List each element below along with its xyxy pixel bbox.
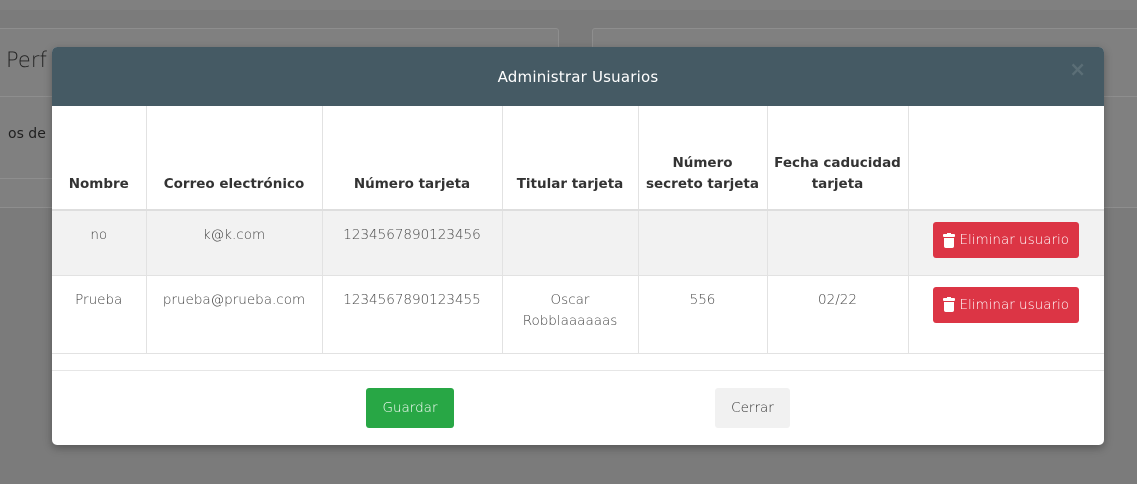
column-header-caducidad: Fecha caducidad tarjeta (767, 106, 909, 211)
column-header-secreto: Número secreto tarjeta (638, 106, 768, 211)
manage-users-modal: Administrar Usuarios × Nombre Correo ele… (52, 47, 1104, 445)
cell-secreto: 556 (638, 275, 768, 354)
column-header-correo: Correo electrónico (146, 106, 323, 211)
table-row: Prueba prueba@prueba.com 123456789012345… (52, 275, 1104, 354)
close-icon[interactable]: × (1069, 57, 1086, 81)
trash-icon (943, 232, 956, 248)
cell-numero-tarjeta: 1234567890123455 (322, 275, 503, 354)
cell-nombre: no (52, 210, 147, 276)
cell-correo: k@k.com (146, 210, 323, 276)
column-header-titular: Titular tarjeta (502, 106, 639, 211)
column-header-actions (908, 106, 1104, 211)
cell-secreto (638, 210, 768, 276)
table-header-row: Nombre Correo electrónico Número tarjeta… (52, 106, 1104, 211)
delete-user-label: Eliminar usuario (959, 296, 1070, 313)
cell-caducidad: 02/22 (767, 275, 909, 354)
modal-footer: Guardar Cerrar (52, 371, 1104, 445)
modal-header: Administrar Usuarios × (52, 47, 1104, 106)
cell-actions: Eliminar usuario (908, 275, 1104, 354)
cell-titular (502, 210, 639, 276)
cell-caducidad (767, 210, 909, 276)
close-button[interactable]: Cerrar (715, 388, 790, 428)
delete-user-button[interactable]: Eliminar usuario (933, 286, 1080, 323)
background-card-text: os de (8, 126, 46, 142)
delete-user-label: Eliminar usuario (959, 232, 1070, 248)
users-table: Nombre Correo electrónico Número tarjeta… (52, 106, 1104, 354)
cell-actions: Eliminar usuario (908, 210, 1104, 276)
table-row: no k@k.com 1234567890123456 Eliminar usu… (52, 210, 1104, 276)
cell-titular: Oscar Robblaaaaaas (502, 275, 639, 354)
cell-numero-tarjeta: 1234567890123456 (322, 210, 503, 276)
cell-correo: prueba@prueba.com (146, 275, 323, 354)
cell-nombre: Prueba (52, 275, 147, 354)
column-header-nombre: Nombre (52, 106, 147, 211)
modal-title: Administrar Usuarios (497, 67, 659, 86)
save-button[interactable]: Guardar (366, 388, 454, 428)
delete-user-button[interactable]: Eliminar usuario (933, 222, 1080, 258)
column-header-numero-tarjeta: Número tarjeta (322, 106, 503, 211)
trash-icon (943, 297, 956, 312)
background-topbar (0, 0, 1137, 10)
background-card-title: Perf (6, 48, 47, 72)
